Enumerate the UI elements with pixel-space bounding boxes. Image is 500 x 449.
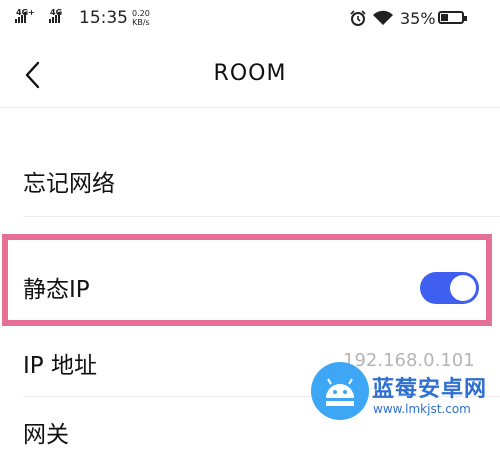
network-speed: 0.20 KB/s [132, 9, 150, 27]
android-icon [326, 378, 354, 406]
gateway-label: 网关 [23, 422, 69, 448]
alarm-icon [350, 10, 366, 26]
speed-unit: KB/s [132, 18, 150, 27]
page-title: ROOM [213, 61, 287, 86]
signal-icon [49, 12, 61, 23]
watermark-url: www.lmkjst.com [373, 402, 471, 416]
highlight-frame [2, 234, 492, 326]
status-bar: 4G+ 4G 15:35 0.20 KB/s 35% [0, 0, 500, 40]
battery-percent: 35% [400, 9, 436, 28]
battery-fill [441, 14, 448, 21]
top-app-bar: ROOM [0, 45, 500, 107]
ip-address-label: IP 地址 [23, 353, 97, 379]
forget-network-item[interactable]: 忘记网络 [0, 108, 500, 218]
forget-network-label: 忘记网络 [23, 171, 115, 197]
watermark-name: 蓝莓安卓网 [372, 377, 488, 402]
speed-value: 0.20 [132, 9, 150, 18]
wifi-icon [373, 10, 393, 25]
clock: 15:35 [79, 8, 128, 28]
signal-icon [15, 12, 27, 23]
battery-icon [438, 11, 467, 24]
watermark-logo [311, 362, 369, 420]
row-divider [23, 216, 500, 217]
